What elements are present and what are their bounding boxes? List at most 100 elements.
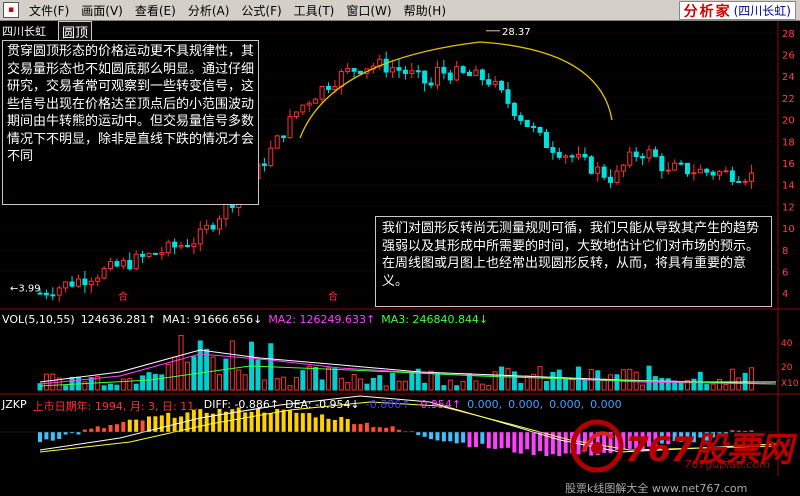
volume-bar [197,340,203,391]
macd-v3: 0.000, [467,398,503,411]
menu-view[interactable]: 画面(V) [75,2,129,19]
candle-body [274,135,280,149]
candle-body [223,203,229,220]
volume-bar [345,382,351,391]
volume-bar [204,348,210,391]
volume-bar [152,373,158,391]
candle-body [358,70,364,75]
candle-body [293,111,299,118]
menu-window[interactable]: 窗口(W) [340,2,397,19]
menu-tools[interactable]: 工具(T) [288,2,341,19]
candle-body [434,66,440,86]
candle-body [140,253,146,257]
macd-label: JZKP [2,398,27,411]
macd-bar [397,429,401,432]
macd-bar [339,416,344,432]
price-tick-label: 6 [782,267,788,278]
macd-bar [390,426,395,432]
event-marker: 合 [118,290,128,303]
macd-bar [352,424,357,432]
volume-bar [101,385,107,391]
candle-body [338,71,344,88]
volume-bar [300,370,306,391]
price-tick-label: 8 [782,246,788,257]
candle-body [691,172,697,175]
volume-bar [274,378,280,391]
event-marker: 合 [328,290,338,303]
macd-bar [82,429,87,432]
volume-bar [434,372,440,391]
volume-bar [63,385,69,391]
macd-bar [95,426,100,432]
macd-bar [166,412,171,432]
watermark-bottom: 股票k线图解大全 www.net767.com [565,482,748,495]
volume-bar [659,377,665,391]
macd-bar [76,432,81,435]
volume-bar [697,371,703,391]
volume-bar [293,376,299,391]
annotation-left: 贯穿圆顶形态的价格运动更不具规律性，其交易量形态也不如圆底那么明显。通过仔细研究… [2,40,259,205]
macd-bar [467,432,472,448]
candle-body [646,149,652,159]
volume-bar [255,359,261,391]
macd-bar [38,432,42,443]
candle-body [479,69,485,81]
volume-bar [447,379,453,391]
menu-formula[interactable]: 公式(F) [235,2,287,19]
volume-bar [351,374,357,391]
candle-body [652,149,658,157]
menu-analysis[interactable]: 分析(A) [182,2,236,19]
macd-bar [57,432,62,439]
volume-bar [261,379,267,391]
candle-body [556,151,562,158]
menu-help[interactable]: 帮助(H) [398,2,452,19]
volume-bar [627,368,633,391]
macd-bar [448,432,453,442]
macd-bar [320,414,325,432]
menu-file[interactable]: 文件(F) [23,2,75,19]
macd-bar [127,419,132,432]
price-tick-label: 18 [782,137,795,148]
candle-body [152,252,158,255]
candle-body [120,259,126,267]
volume-bar [383,385,389,391]
volume-bar [313,366,319,391]
volume-bar [486,384,492,391]
low-price-label: ←3.99 [10,283,41,294]
volume-bar [306,366,312,391]
candle-body [704,168,710,173]
menu-look[interactable]: 查看(E) [129,2,182,19]
candle-body [505,89,511,104]
macd-bar [435,432,440,441]
candle-body [210,224,216,230]
volume-bar [146,372,152,391]
macd-bar [50,432,55,441]
volume-ma2: MA2: 126249.633↑ [268,313,376,326]
candle-body [191,243,197,248]
macd-bar [345,418,350,432]
candle-body [524,119,530,127]
candle-body [133,253,139,270]
volume-tick-label: X10 [781,379,799,389]
macd-bar [243,412,248,432]
candle-body [697,168,703,174]
candle-body [56,287,62,296]
volume-bar [396,380,402,391]
volume-bar [178,334,184,391]
macd-bar [108,424,113,432]
candle-body [742,180,748,183]
volume-bar [511,371,517,391]
price-tick-label: 24 [782,72,795,83]
macd-bar [486,432,491,449]
volume-bar [108,383,114,391]
candle-body [332,86,338,90]
price-tick-label: 12 [782,202,795,213]
volume-bar [236,369,242,391]
volume-bar [377,375,383,391]
macd-bar [159,415,164,432]
candle-body [127,259,133,270]
app-icon[interactable]: ▪ [3,2,19,18]
candle-body [409,70,415,74]
macd-bar [63,432,68,435]
volume-bar [678,382,684,391]
